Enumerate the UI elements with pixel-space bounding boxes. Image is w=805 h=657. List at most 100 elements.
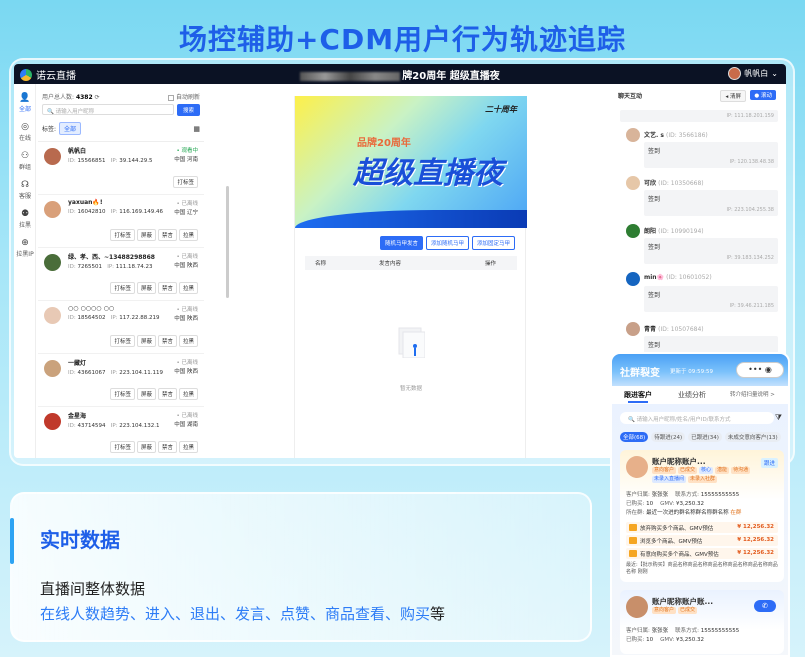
goods-intent-row[interactable]: 有意向购买多个商品、GMV预估 ¥ 12,256.32 — [626, 548, 778, 559]
user-action-button[interactable]: 禁言 — [157, 388, 177, 400]
tab-follow-customers[interactable]: 跟进客户 — [624, 390, 652, 400]
user-action-button[interactable]: 拉黑 — [178, 388, 198, 400]
mini-program-capsule[interactable]: ••• ◉ — [736, 362, 784, 378]
user-action-button[interactable]: 打标签 — [110, 441, 135, 453]
status-badge: • 已离线 — [176, 254, 199, 260]
auto-scroll-button[interactable]: ● 滚动 — [750, 90, 776, 100]
filter-chip[interactable]: 已跟进(34) — [688, 432, 722, 442]
chat-message[interactable]: 文艺. s (ID: 3566186) 签到 IP: 120.138.48.38 — [620, 128, 778, 172]
user-icon: 👤 — [19, 93, 31, 103]
tab-performance[interactable]: 业绩分析 — [678, 390, 706, 400]
user-action-button[interactable]: 打标签 — [110, 282, 135, 294]
nav-item-客服[interactable]: ☊ 客服 — [14, 180, 36, 200]
scrollbar[interactable] — [226, 186, 229, 298]
globe-icon: ⊕ — [21, 238, 29, 248]
customer-tag: 意向客户 — [652, 467, 677, 474]
tab-referral[interactable]: 转介绍扫量说明 > — [730, 390, 775, 398]
headset-icon: ☊ — [21, 180, 29, 190]
user-row[interactable]: 金星海 • 已离线 ID: 43714594 IP: 223.104.132.1 中国… — [38, 407, 204, 458]
user-action-button[interactable]: 拉黑 — [178, 229, 198, 241]
search-button[interactable]: 搜索 — [176, 104, 200, 116]
user-action-button[interactable]: 拉黑 — [178, 335, 198, 347]
comment-control-panel: 二十周年 品牌20周年 超级直播夜 随机马甲发言 添加随机马甲 添加固定马甲 名… — [294, 96, 527, 458]
filter-chip[interactable]: 未成交意向客户(13) — [724, 432, 781, 442]
user-action-button[interactable]: 屏蔽 — [136, 282, 156, 294]
customer-card[interactable]: 账户昵称账户... 跟进 意向客户 已成交 核心 潜能 待沟通 未录入直播间 未录入社群 客… — [620, 450, 784, 582]
clear-screen-button[interactable]: ◂ 清屏 — [720, 90, 746, 102]
user-action-button[interactable]: 禁言 — [157, 335, 177, 347]
user-region: 中国 陕西 — [174, 316, 198, 322]
avatar — [626, 272, 640, 286]
search-input[interactable]: 🔍 请输入用户昵称 — [42, 104, 174, 115]
user-list-panel: 用户总人数: 4382 ⟳ 自动刷新 🔍 请输入用户昵称 搜索 标签: 全部 ▦… — [38, 86, 229, 458]
add-fixed-vest-button[interactable]: 添加固定马甲 — [471, 236, 515, 250]
user-row[interactable]: 一藏灯 • 已离线 ID: 43661067 IP: 223.104.11.119 中… — [38, 354, 204, 407]
goods-intent-row[interactable]: 浏览多个商品、GMV预估 ¥ 12,256.32 — [626, 535, 778, 546]
add-user-icon: ⚉ — [20, 209, 30, 219]
tag-filter-all[interactable]: 全部 — [59, 122, 82, 135]
random-vest-speak-button[interactable]: 随机马甲发言 — [379, 236, 423, 250]
status-badge: • 已离线 — [176, 307, 199, 313]
chat-bubble: 签到 IP: 39.46.211.185 — [644, 286, 778, 312]
col-content: 发言内容 — [379, 261, 402, 267]
user-action-button[interactable]: 禁言 — [157, 441, 177, 453]
filter-chip[interactable]: 全部(68) — [620, 432, 649, 442]
avatar — [728, 67, 742, 80]
col-actions: 操作 — [485, 261, 497, 267]
user-action-button[interactable]: 屏蔽 — [136, 335, 156, 347]
customer-tags: 意向客户 已成交 — [652, 607, 780, 614]
grid-view-icon[interactable]: ▦ — [193, 125, 200, 133]
accent-bar — [10, 518, 14, 564]
chat-message-ip: IP: 111.18.201.159 — [620, 110, 778, 122]
nav-item-拉黑[interactable]: ⚉ 拉黑 — [14, 209, 36, 229]
customer-card[interactable]: 账户昵称账户账... ✆ 意向客户 已成交 客户归属: 张张张 联系方式: 155… — [620, 590, 784, 654]
filter-chip[interactable]: 待跟进(24) — [651, 432, 686, 442]
user-action-button[interactable]: 禁言 — [157, 282, 177, 294]
avatar — [626, 596, 648, 618]
avatar — [626, 128, 640, 142]
chat-bubble: 签到 IP: 223.104.255.38 — [644, 190, 778, 216]
user-action-button[interactable]: 屏蔽 — [136, 388, 156, 400]
user-row[interactable]: 帆帆白 • 观看中 ID: 15566851 IP: 39.144.29.5 中国 河… — [38, 142, 204, 195]
user-region: 中国 河南 — [174, 157, 198, 163]
nav-item-拉黑IP[interactable]: ⊕ 拉黑IP — [14, 238, 36, 258]
filter-icon[interactable]: ⧩ — [775, 413, 782, 423]
cart-icon — [629, 537, 637, 544]
user-menu[interactable]: 帆帆白 ⌄ — [728, 67, 778, 80]
user-action-button[interactable]: 打标签 — [173, 176, 198, 188]
user-row[interactable]: ○○ ○○○○ ○○ • 已离线 ID: 18564502 IP: 117.22.8… — [38, 301, 204, 354]
chat-message[interactable]: min🌸 (ID: 10601052) 签到 IP: 39.46.211.185 — [620, 272, 778, 316]
top-bar: 诺云直播 牌20周年 超级直播夜 帆帆白 ⌄ — [14, 64, 786, 84]
recent-activity: 最近:【批示购买】商品名称商品名称商品名称商品名称商品名称商品名称 刚刚 — [626, 562, 778, 575]
poster-wave — [295, 210, 527, 228]
refresh-icon[interactable]: ⟳ — [95, 94, 100, 101]
user-action-button[interactable]: 屏蔽 — [136, 441, 156, 453]
user-row[interactable]: 绿、孝、西、~13488298868 • 已离线 ID: 7265501 IP: 1… — [38, 248, 204, 301]
user-action-button[interactable]: 屏蔽 — [136, 229, 156, 241]
user-row[interactable]: yaxuan🔥! • 已离线 ID: 16042810 IP: 116.169.14… — [38, 195, 204, 248]
user-action-button[interactable]: 打标签 — [110, 335, 135, 347]
user-region: 中国 陕西 — [174, 369, 198, 375]
user-action-button[interactable]: 拉黑 — [178, 441, 198, 453]
nav-item-群组[interactable]: ⚇ 群组 — [14, 151, 36, 171]
tab-underline — [628, 401, 648, 403]
update-time: 更新于 09:59:59 — [670, 369, 713, 375]
customer-name: 账户昵称账户... — [652, 457, 706, 466]
user-action-button[interactable]: 拉黑 — [178, 282, 198, 294]
goods-intent-row[interactable]: 放弃购买多个商品、GMV预估 ¥ 12,256.32 — [626, 522, 778, 533]
chat-message[interactable]: 可欣 (ID: 10350668) 签到 IP: 223.104.255.38 — [620, 176, 778, 220]
live-poster: 二十周年 品牌20周年 超级直播夜 — [295, 96, 527, 228]
customer-name: 账户昵称账户账... — [652, 597, 714, 606]
auto-refresh-checkbox[interactable]: 自动刷新 — [167, 92, 200, 101]
empty-text: 暂无数据 — [399, 386, 422, 392]
nav-item-在线[interactable]: ◎ 在线 — [14, 122, 36, 142]
chat-message[interactable]: 朗阳 (ID: 10990194) 签到 IP: 39.183.134.252 — [620, 224, 778, 268]
customer-search-input[interactable]: 🔍 请输入用户昵称/姓名/用户ID/联系方式 — [620, 412, 774, 424]
status-badge: • 已离线 — [176, 360, 199, 366]
add-random-vest-button[interactable]: 添加随机马甲 — [425, 236, 469, 250]
user-action-button[interactable]: 禁言 — [157, 229, 177, 241]
user-action-button[interactable]: 打标签 — [110, 229, 135, 241]
customer-tags: 意向客户 已成交 核心 潜能 待沟通 未录入直播间 未录入社群 — [652, 467, 780, 483]
nav-item-全部[interactable]: 👤 全部 — [14, 93, 36, 113]
user-action-button[interactable]: 打标签 — [110, 388, 135, 400]
